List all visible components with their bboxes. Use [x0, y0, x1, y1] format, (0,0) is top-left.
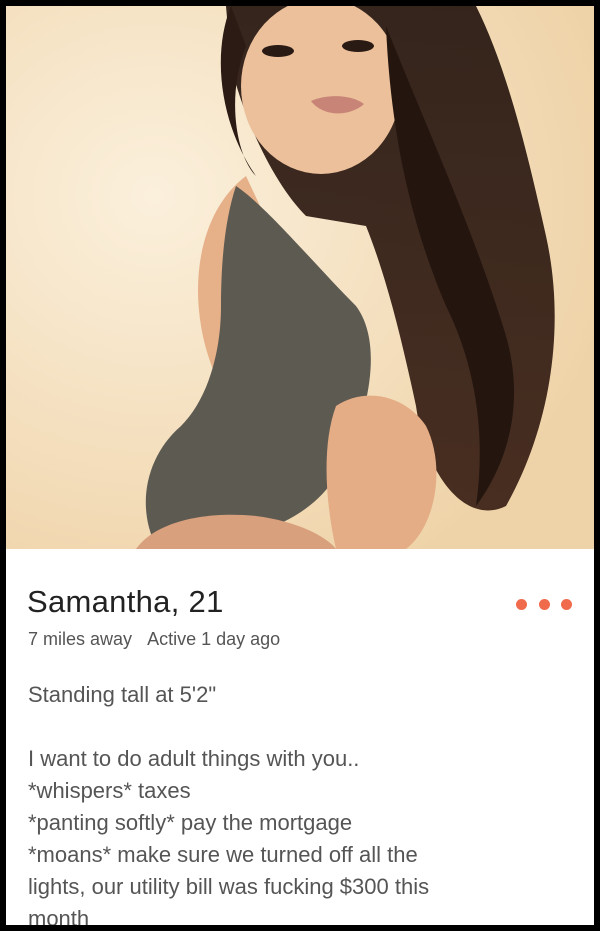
- profile-photo[interactable]: [6, 6, 594, 549]
- active-status-label: Active 1 day ago: [147, 629, 281, 649]
- profile-info: Samantha, 21 7 miles away Active 1 day a…: [6, 549, 594, 925]
- profile-bio: Standing tall at 5'2" I want to do adult…: [28, 679, 583, 925]
- bio-line: I want to do adult things with you..: [28, 746, 360, 771]
- profile-card: Samantha, 21 7 miles away Active 1 day a…: [6, 6, 594, 925]
- dot-icon: [516, 598, 527, 610]
- dot-icon: [538, 598, 550, 610]
- bio-line: Standing tall at 5'2": [28, 682, 217, 707]
- more-options-dots-icon[interactable]: [516, 597, 572, 611]
- profile-photo-illustration: [6, 6, 594, 549]
- bio-spacer: [28, 711, 583, 743]
- bio-line: *whispers* taxes: [28, 778, 191, 803]
- profile-meta: 7 miles away Active 1 day ago: [28, 629, 280, 650]
- bio-line: lights, our utility bill was fucking $30…: [28, 874, 430, 899]
- bio-line: month: [28, 906, 90, 925]
- bio-line: *panting softly* pay the mortgage: [28, 810, 353, 835]
- dot-icon: [561, 598, 572, 610]
- bio-line: *moans* make sure we turned off all the: [28, 842, 418, 867]
- profile-name-age: Samantha, 21: [27, 584, 224, 619]
- distance-label: 7 miles away: [28, 629, 133, 649]
